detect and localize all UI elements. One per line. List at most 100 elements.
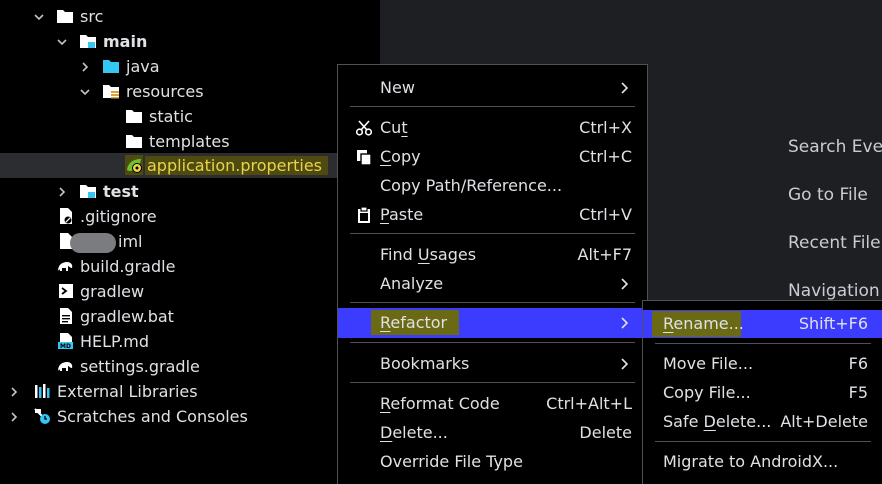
shortcut-label: Shift+F6 bbox=[798, 314, 868, 333]
tree-row-main[interactable]: main bbox=[0, 29, 380, 54]
tree-row-gradlew[interactable]: gradlew bbox=[0, 279, 380, 304]
tree-row-external-libraries[interactable]: External Libraries bbox=[0, 379, 380, 404]
navigation-bar-hint[interactable]: Navigation bbox=[788, 281, 880, 301]
menu-item-migrate-androidx[interactable]: Migrate to AndroidX... bbox=[643, 448, 882, 476]
search-everywhere-hint[interactable]: Search Eve bbox=[788, 137, 882, 157]
mnemonic: C bbox=[380, 147, 392, 166]
menu-item-copy-path[interactable]: Copy Path/Reference... bbox=[338, 172, 647, 200]
mnemonic: U bbox=[417, 245, 430, 264]
batch-file-icon bbox=[57, 306, 75, 326]
tree-row-test[interactable]: test bbox=[0, 179, 380, 204]
menu-label: Safe Delete... bbox=[663, 408, 771, 436]
menu-label: Bookmarks bbox=[380, 354, 470, 373]
tree-label: iml bbox=[118, 232, 143, 251]
label-part: Cu bbox=[380, 118, 402, 137]
resources-folder-icon bbox=[102, 81, 120, 101]
shell-script-icon bbox=[57, 281, 75, 301]
shortcut-label: Ctrl+X bbox=[579, 118, 632, 137]
source-root-folder-icon bbox=[79, 31, 97, 51]
tree-row-gitignore[interactable]: .gitignore bbox=[0, 204, 380, 229]
menu-separator bbox=[350, 106, 635, 107]
tree-row-build-gradle[interactable]: build.gradle bbox=[0, 254, 380, 279]
tree-row-iml[interactable]: iml bbox=[0, 229, 380, 254]
tree-label: .gitignore bbox=[80, 207, 157, 226]
menu-item-paste[interactable]: Paste Ctrl+V bbox=[338, 201, 647, 229]
tree-row-static[interactable]: static bbox=[0, 104, 380, 129]
chevron-down-icon[interactable] bbox=[56, 29, 68, 54]
mnemonic: P bbox=[380, 205, 389, 224]
menu-item-rename[interactable]: Rename... Shift+F6 bbox=[643, 310, 882, 338]
tree-row-resources[interactable]: resources bbox=[0, 79, 380, 104]
menu-item-new[interactable]: New bbox=[338, 74, 647, 102]
chevron-right-icon[interactable] bbox=[56, 179, 68, 204]
tree-row-java[interactable]: java bbox=[0, 54, 380, 79]
menu-item-bookmarks[interactable]: Bookmarks bbox=[338, 350, 647, 378]
menu-separator bbox=[350, 342, 635, 343]
tree-label: src bbox=[80, 7, 104, 26]
menu-item-refactor[interactable]: Refactor bbox=[338, 308, 647, 338]
tree-row-help-md[interactable]: MD HELP.md bbox=[0, 329, 380, 354]
redacted-name-blur bbox=[70, 232, 116, 253]
tree-row-settings-gradle[interactable]: settings.gradle bbox=[0, 354, 380, 379]
menu-item-delete[interactable]: Delete... Delete bbox=[338, 419, 647, 447]
context-menu: New Cut Ctrl+X Copy Ctrl+C Copy Path/Ref… bbox=[337, 64, 648, 484]
mnemonic: R bbox=[380, 313, 391, 332]
label-part: ename... bbox=[673, 314, 744, 333]
tree-row-application-properties[interactable]: application.properties bbox=[0, 153, 380, 178]
menu-label: Copy File... bbox=[663, 383, 751, 402]
menu-item-move-file[interactable]: Move File... F6 bbox=[643, 350, 882, 378]
gradle-elephant-icon bbox=[56, 356, 74, 376]
menu-label: Reformat Code bbox=[380, 390, 500, 418]
menu-item-find-usages[interactable]: Find Usages Alt+F7 bbox=[338, 241, 647, 269]
menu-label: Analyze bbox=[380, 274, 444, 293]
shortcut-label: F5 bbox=[848, 383, 868, 402]
recent-files-hint[interactable]: Recent File bbox=[788, 233, 881, 253]
menu-separator bbox=[350, 382, 635, 383]
chevron-down-icon[interactable] bbox=[79, 79, 91, 104]
mnemonic: R bbox=[380, 394, 391, 413]
menu-separator bbox=[655, 343, 871, 344]
menu-item-reformat-code[interactable]: Reformat Code Ctrl+Alt+L bbox=[338, 390, 647, 418]
tree-row-src[interactable]: src bbox=[0, 4, 380, 29]
menu-item-override-file-type[interactable]: Override File Type bbox=[338, 448, 647, 476]
go-to-file-hint[interactable]: Go to File bbox=[788, 185, 868, 205]
shortcut-label: Alt+F7 bbox=[577, 245, 632, 264]
tree-row-gradlew-bat[interactable]: gradlew.bat bbox=[0, 304, 380, 329]
label-part: eformat Code bbox=[390, 394, 500, 413]
clipboard-icon bbox=[358, 206, 370, 223]
menu-item-safe-delete[interactable]: Safe Delete... Alt+Delete bbox=[643, 408, 882, 436]
menu-separator bbox=[350, 302, 635, 303]
tree-label: java bbox=[126, 57, 160, 76]
chevron-right-icon[interactable] bbox=[8, 404, 20, 429]
label-part: elete... bbox=[715, 412, 772, 431]
tree-label: resources bbox=[126, 82, 204, 101]
menu-item-copy-file[interactable]: Copy File... F5 bbox=[643, 379, 882, 407]
menu-item-analyze[interactable]: Analyze bbox=[338, 270, 647, 298]
tree-label: Scratches and Consoles bbox=[57, 407, 248, 426]
tree-row-templates[interactable]: templates bbox=[0, 129, 380, 154]
folder-icon bbox=[125, 131, 143, 151]
tree-label: test bbox=[103, 182, 139, 201]
tree-row-scratches[interactable]: Scratches and Consoles bbox=[0, 404, 380, 429]
tree-label: application.properties bbox=[145, 156, 328, 175]
label-part: efactor bbox=[390, 313, 448, 332]
tree-label: gradlew bbox=[80, 282, 145, 301]
gitignore-file-icon bbox=[57, 206, 75, 226]
menu-item-copy[interactable]: Copy Ctrl+C bbox=[338, 143, 647, 171]
gradle-elephant-icon bbox=[56, 256, 74, 276]
menu-label: Cut bbox=[380, 114, 408, 142]
submenu-arrow-icon bbox=[621, 317, 629, 329]
shortcut-label: Ctrl+V bbox=[579, 205, 632, 224]
shortcut-label: Ctrl+C bbox=[578, 147, 632, 166]
chevron-right-icon[interactable] bbox=[79, 54, 91, 79]
label-part: elete... bbox=[392, 423, 448, 442]
folder-icon bbox=[56, 6, 74, 26]
chevron-down-icon[interactable] bbox=[33, 4, 45, 29]
menu-label: Override File Type bbox=[380, 452, 523, 471]
scratches-icon bbox=[33, 406, 51, 426]
chevron-right-icon[interactable] bbox=[8, 379, 20, 404]
mnemonic: D bbox=[703, 412, 716, 431]
label-part: Find bbox=[380, 245, 418, 264]
copy-icon bbox=[357, 150, 372, 166]
menu-item-cut[interactable]: Cut Ctrl+X bbox=[338, 114, 647, 142]
